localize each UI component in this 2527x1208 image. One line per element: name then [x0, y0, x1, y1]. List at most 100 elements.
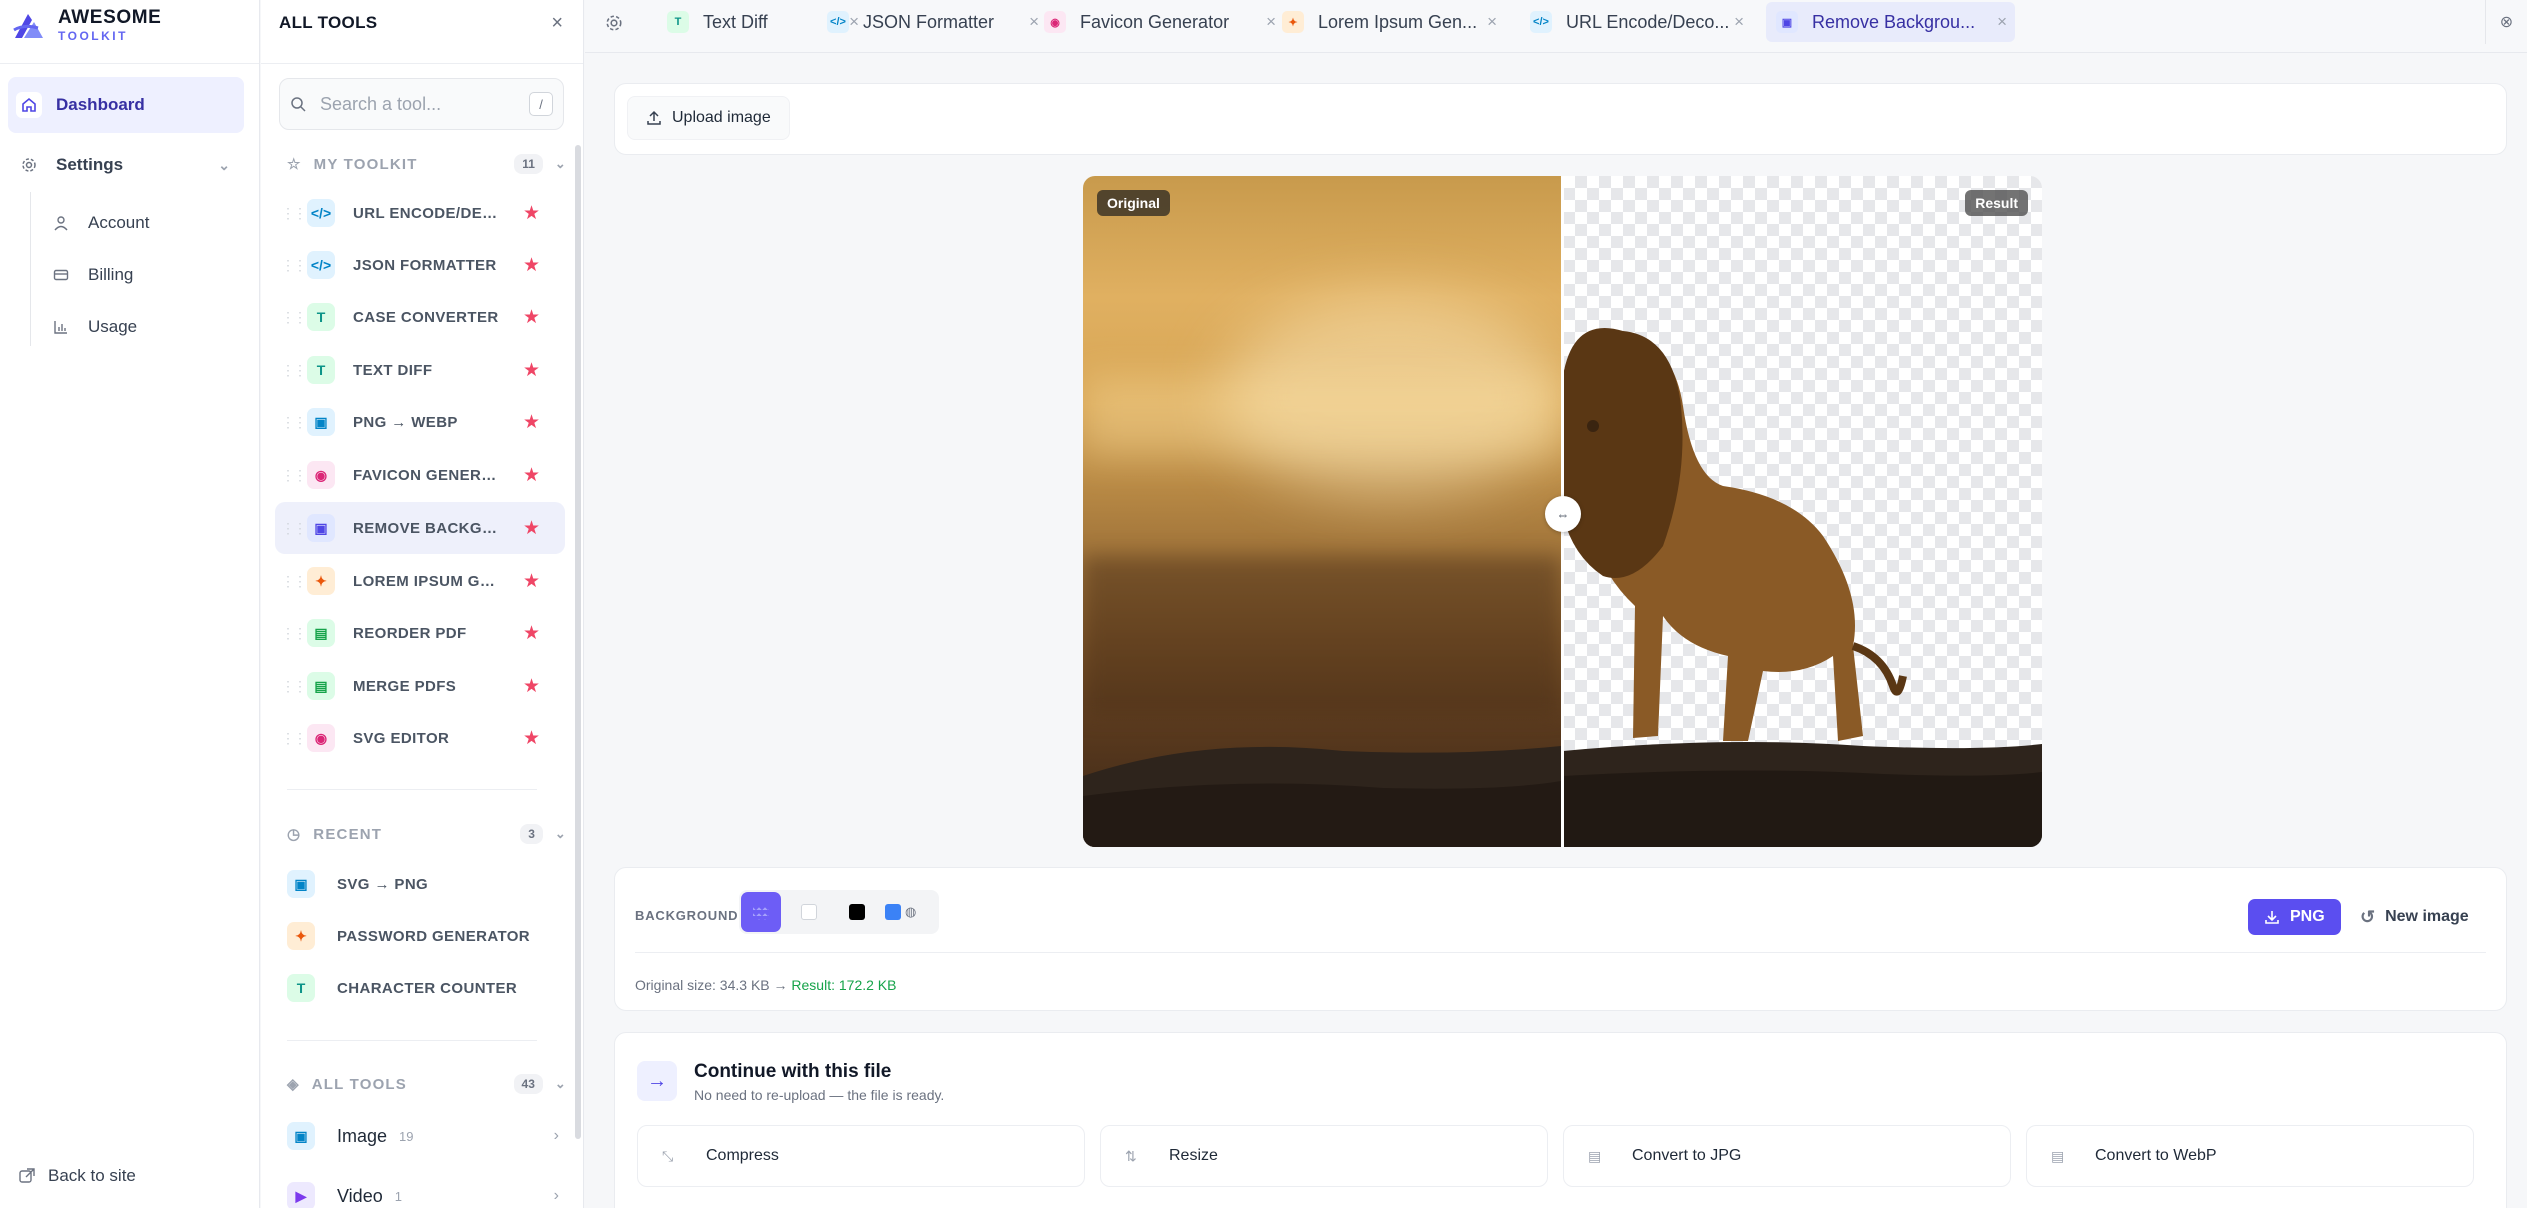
new-image-button[interactable]: ↺ New image [2360, 899, 2469, 935]
action-convert-webp[interactable]: ▤ Convert to WebP [2026, 1125, 2474, 1187]
section-all-tools[interactable]: ◈ ALL TOOLS 43 ⌄ [287, 1069, 567, 1099]
toolkit-item-label: URL ENCODE/DECODE [353, 204, 503, 222]
nav-item-dashboard[interactable]: Dashboard [8, 77, 244, 133]
tab-favicon-generator[interactable]: ◉ Favicon Generator × [1034, 2, 1284, 42]
star-icon[interactable]: ★ [523, 727, 540, 750]
original-badge: Original [1097, 190, 1170, 216]
panel-scrollbar[interactable] [575, 145, 581, 1139]
star-icon[interactable]: ★ [523, 359, 540, 382]
close-all-tabs-icon[interactable]: ⊗ [2485, 0, 2527, 44]
wand-icon: ✦ [307, 567, 335, 595]
chevron-down-icon: ⌄ [554, 1076, 567, 1091]
lion-cutout [1563, 328, 2042, 847]
close-icon[interactable]: × [1734, 12, 1744, 32]
layers-icon: ◈ [287, 1076, 300, 1093]
recent-item[interactable]: ▣ SVG → PNG [287, 858, 567, 910]
star-icon[interactable]: ★ [523, 622, 540, 645]
category-count: 19 [399, 1128, 414, 1144]
drag-handle-icon[interactable]: ⋮⋮ [281, 520, 307, 537]
text-icon: T [667, 11, 689, 33]
category-item-video[interactable]: ▶ Video 1 › [287, 1170, 567, 1208]
background-label: BACKGROUND [635, 908, 739, 923]
action-convert-jpg[interactable]: ▤ Convert to JPG [1563, 1125, 2011, 1187]
drag-handle-icon[interactable]: ⋮⋮ [281, 678, 307, 695]
nav-item-usage[interactable]: Usage [48, 302, 238, 352]
tab-label: Remove Backgrou... [1812, 11, 1976, 32]
nav-billing-label: Billing [88, 265, 134, 284]
star-icon[interactable]: ★ [523, 517, 540, 540]
action-resize[interactable]: ⇅ Resize [1100, 1125, 1548, 1187]
star-icon[interactable]: ★ [523, 202, 540, 225]
search-input[interactable]: Search a tool... [320, 94, 529, 115]
star-icon[interactable]: ★ [523, 675, 540, 698]
drag-handle-icon[interactable]: ⋮⋮ [281, 362, 307, 379]
tab-json-formatter[interactable]: </> JSON Formatter × [817, 2, 1047, 42]
gear-icon[interactable] [605, 14, 623, 37]
image-compare-viewer[interactable]: ⇔ Original Result [1083, 176, 2042, 847]
toolkit-item-active[interactable]: ⋮⋮▣ REMOVE BACKGROUND ★ [275, 502, 565, 554]
drag-handle-icon[interactable]: ⋮⋮ [281, 467, 307, 484]
tab-remove-background[interactable]: ▣ Remove Backgrou... × [1766, 2, 2015, 42]
toolkit-item[interactable]: ⋮⋮ ▣ PNG → WEBP ★ [275, 396, 565, 448]
toolkit-item[interactable]: ⋮⋮ T TEXT DIFF ★ [275, 344, 565, 396]
clock-icon: ◷ [287, 826, 302, 843]
swatch-transparent[interactable] [741, 892, 781, 932]
text-icon: T [287, 974, 315, 1002]
toolkit-item[interactable]: ⋮⋮◉ FAVICON GENERATOR ★ [275, 449, 565, 501]
toolkit-item[interactable]: ⋮⋮ ▤ REORDER PDF ★ [275, 607, 565, 659]
toolkit-item[interactable]: ⋮⋮</> URL ENCODE/DECODE ★ [275, 187, 565, 239]
star-icon[interactable]: ★ [523, 254, 540, 277]
tab-lorem-ipsum[interactable]: ✦ Lorem Ipsum Gen... × [1272, 2, 1505, 42]
toolkit-item[interactable]: ⋮⋮ </> JSON FORMATTER ★ [275, 239, 565, 291]
drag-handle-icon[interactable]: ⋮⋮ [281, 414, 307, 431]
swatch-black[interactable] [837, 892, 877, 932]
close-icon[interactable]: × [1997, 12, 2007, 32]
toolkit-item[interactable]: ⋮⋮ T CASE CONVERTER ★ [275, 291, 565, 343]
home-icon [16, 92, 42, 118]
recent-item[interactable]: T CHARACTER COUNTER [287, 962, 567, 1014]
upload-card: Upload image [614, 83, 2507, 155]
drag-handle-icon[interactable]: ⋮⋮ [281, 625, 307, 642]
credit-card-icon [48, 262, 74, 288]
star-icon[interactable]: ★ [523, 570, 540, 593]
drag-handle-icon[interactable]: ⋮⋮ [281, 309, 307, 326]
star-icon[interactable]: ★ [523, 464, 540, 487]
star-icon[interactable]: ★ [523, 411, 540, 434]
gear-icon [16, 152, 42, 178]
action-compress[interactable]: ⤡ Compress [637, 1125, 1085, 1187]
close-icon[interactable]: × [1487, 12, 1497, 32]
toolkit-item[interactable]: ⋮⋮ ▤ MERGE PDFS ★ [275, 660, 565, 712]
result-image [1563, 176, 2042, 847]
settings-tree-line [30, 192, 31, 346]
nav-item-settings[interactable]: Settings ⌄ [8, 135, 244, 195]
drag-handle-icon[interactable]: ⋮⋮ [281, 257, 307, 274]
drag-handle-icon[interactable]: ⋮⋮ [281, 730, 307, 747]
recent-item[interactable]: ✦ PASSWORD GENERATOR [287, 910, 567, 962]
drag-handle-icon[interactable]: ⋮⋮ [281, 205, 307, 222]
swatch-white[interactable] [789, 892, 829, 932]
toolkit-item[interactable]: ⋮⋮✦ LOREM IPSUM GENERATOR ★ [275, 555, 565, 607]
toolkit-item-label: LOREM IPSUM GENERATOR [353, 572, 503, 590]
section-recent[interactable]: ◷ RECENT 3 ⌄ [287, 819, 567, 849]
back-to-site-link[interactable]: Back to site [18, 1166, 136, 1186]
logo[interactable]: AWESOME TOOLKIT [12, 8, 161, 42]
category-item-image[interactable]: ▣ Image 19 › [287, 1110, 567, 1162]
nav-item-account[interactable]: Account [48, 198, 238, 248]
drag-handle-icon[interactable]: ⋮⋮ [281, 573, 307, 590]
size-info: Original size: 34.3 KB → Result: 172.2 K… [635, 977, 896, 993]
recent-label: RECENT [313, 825, 383, 843]
compare-slider-handle[interactable]: ⇔ [1545, 496, 1581, 532]
tool-search[interactable]: Search a tool... / [279, 78, 564, 130]
tab-url-encode[interactable]: </> URL Encode/Deco... × [1520, 2, 1752, 42]
close-icon[interactable]: × [551, 12, 563, 35]
all-tools-label: ALL TOOLS [311, 1075, 407, 1093]
recent-count: 3 [520, 824, 543, 844]
swatch-custom-color[interactable]: ◍ [885, 892, 929, 932]
upload-image-button[interactable]: Upload image [627, 96, 790, 140]
section-my-toolkit[interactable]: ☆ MY TOOLKIT 11 ⌄ [287, 149, 567, 179]
star-icon[interactable]: ★ [523, 306, 540, 329]
toolkit-item[interactable]: ⋮⋮ ◉ SVG EDITOR ★ [275, 712, 565, 764]
download-png-button[interactable]: PNG [2248, 899, 2341, 935]
nav-item-billing[interactable]: Billing [48, 250, 238, 300]
code-icon: </> [307, 251, 335, 279]
